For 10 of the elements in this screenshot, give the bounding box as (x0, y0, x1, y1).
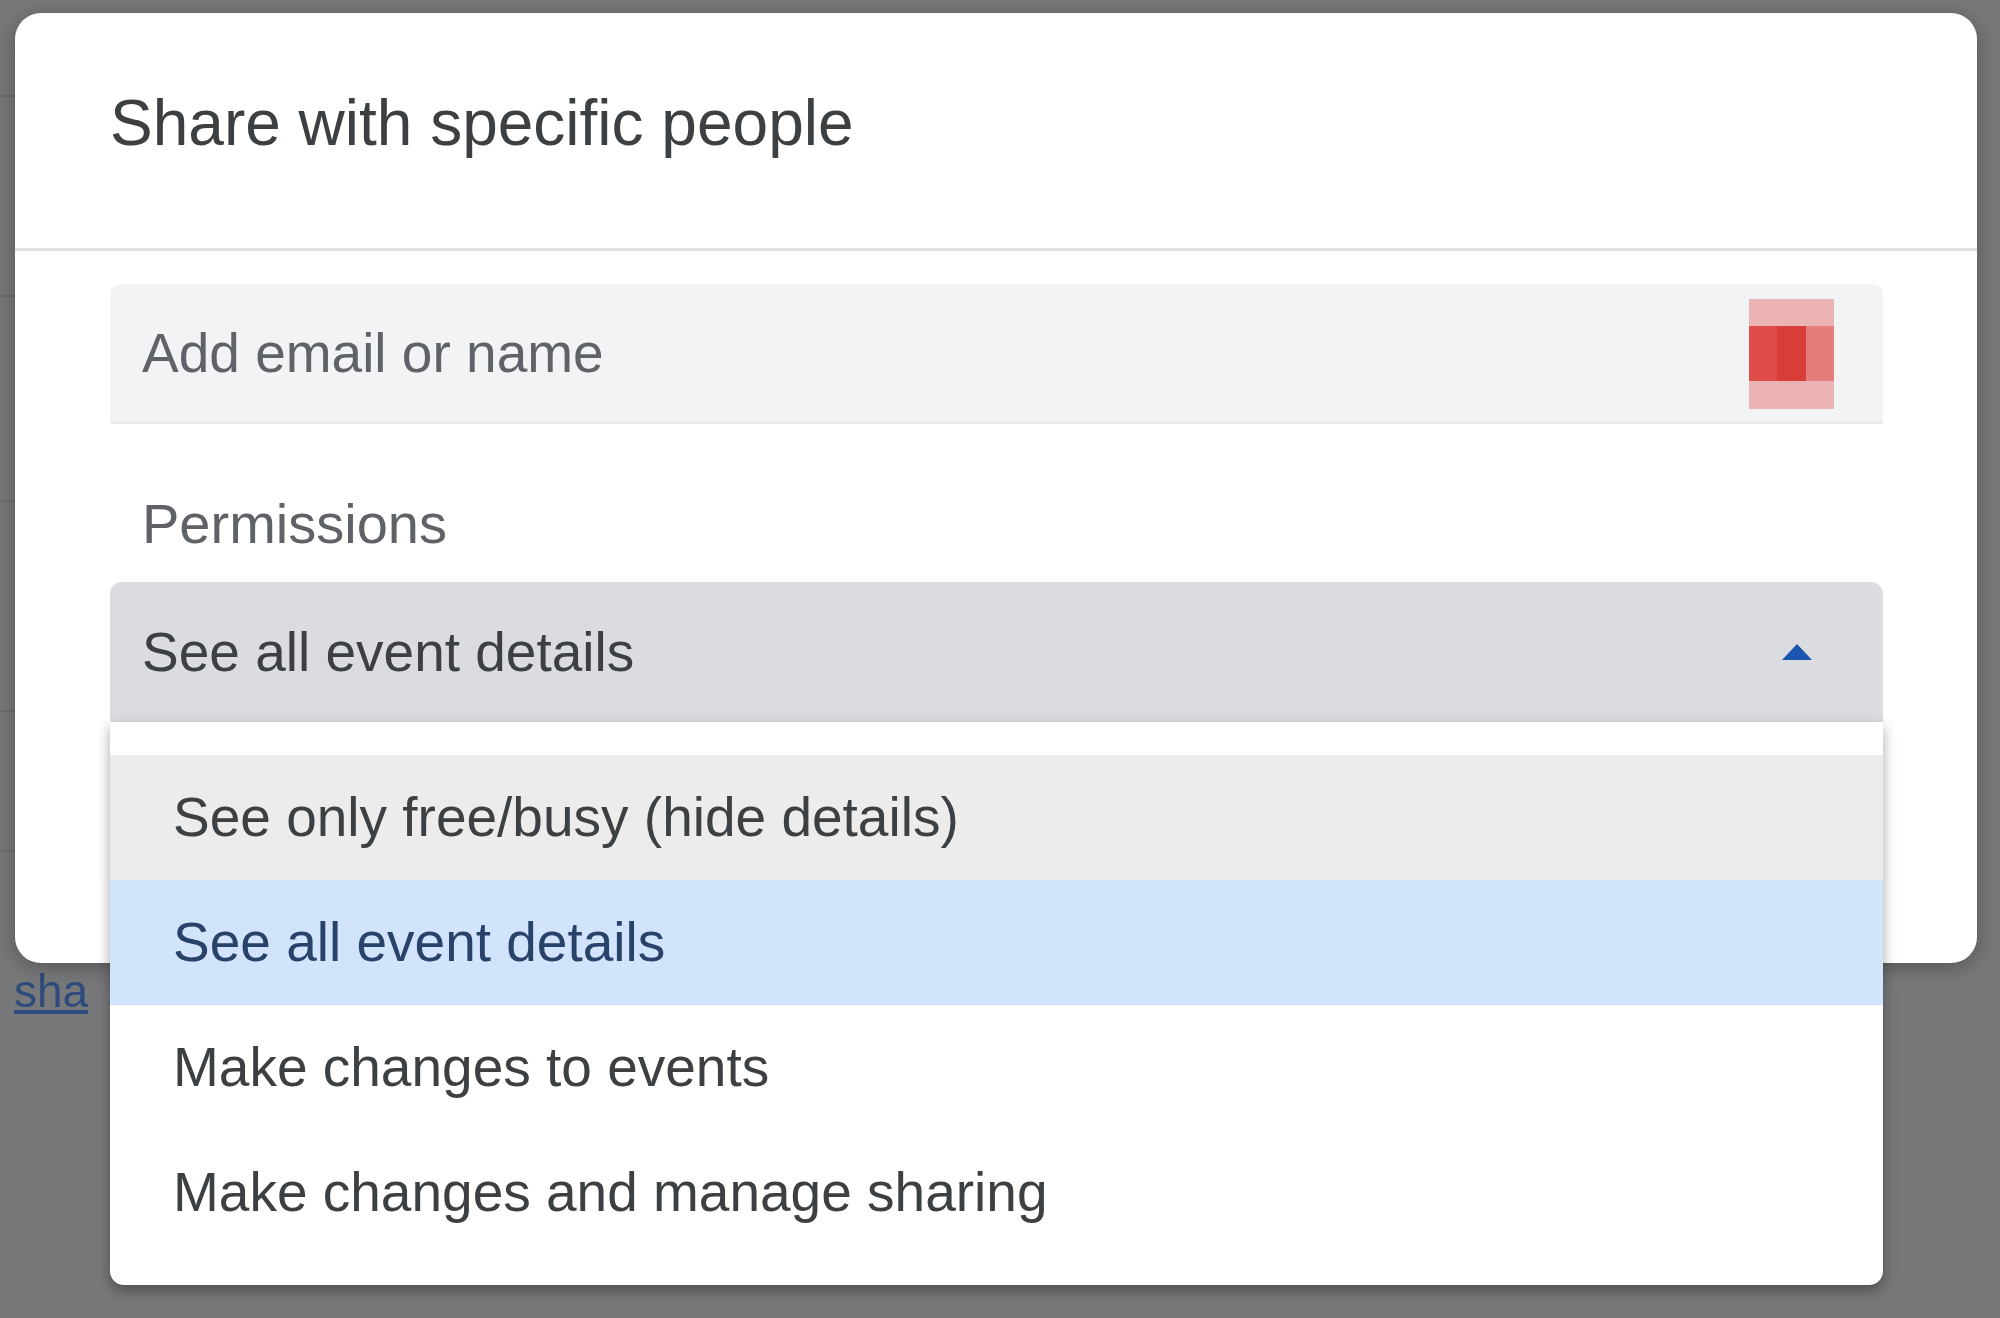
avatar-icon (1749, 299, 1834, 409)
email-input-field[interactable]: Add email or name (110, 284, 1883, 424)
permissions-label: Permissions (141, 491, 448, 557)
caret-icon (1782, 644, 1812, 660)
dialog-title: Share with specific people (15, 13, 1977, 251)
permissions-dropdown[interactable]: See all event details (110, 582, 1883, 722)
dropdown-option[interactable]: See all event details (110, 880, 1883, 1005)
dropdown-option[interactable]: Make changes and manage sharing (110, 1130, 1883, 1255)
dropdown-option[interactable]: See only free/busy (hide details) (110, 755, 1883, 880)
dropdown-option[interactable]: Make changes to events (110, 1005, 1883, 1130)
